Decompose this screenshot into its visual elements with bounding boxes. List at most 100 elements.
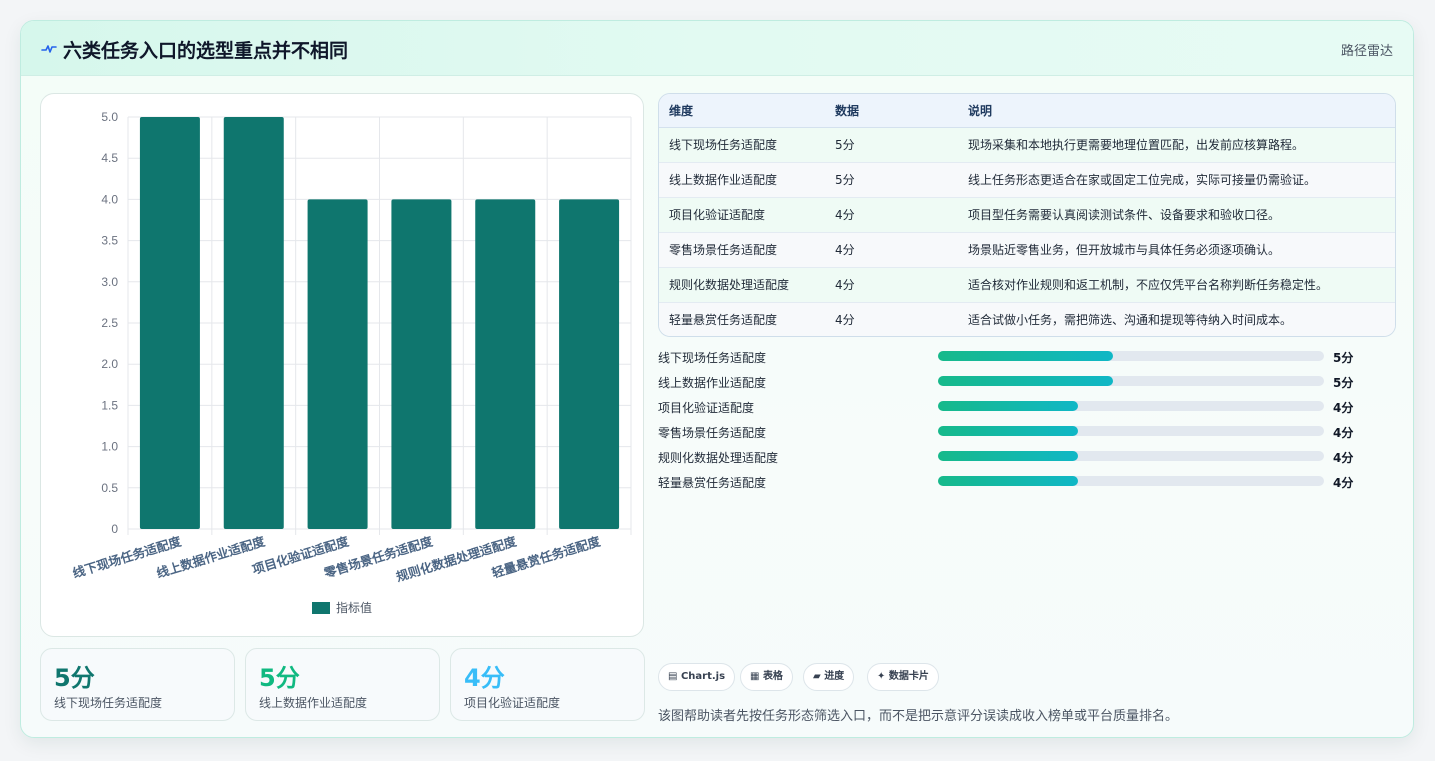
y-tick-label: 5.0 [101, 110, 118, 124]
progress-value: 5分 [1333, 376, 1354, 390]
y-tick-label: 1.5 [101, 398, 118, 412]
progress-row: 线上数据作业适配度 5分 [658, 373, 1358, 398]
table-header-note: 说明 [968, 94, 1395, 128]
stat-card-3: 4分 项目化验证适配度 [450, 648, 645, 721]
y-tick-label: 4.0 [101, 192, 118, 206]
chip-progress[interactable]: ▰ 进度 [803, 663, 855, 691]
table-cell: 4分 [835, 302, 968, 336]
stat-card-2: 5分 线上数据作业适配度 [245, 648, 440, 721]
progress-track [938, 351, 1324, 361]
bar [139, 117, 200, 529]
stat-label: 项目化验证适配度 [464, 696, 561, 710]
progress-row: 项目化验证适配度 4分 [658, 398, 1358, 423]
table-cell: 适合试做小任务，需把筛选、沟通和提现等待纳入时间成本。 [968, 302, 1395, 336]
table-row: 规则化数据处理适配度 4分 适合核对作业规则和返工机制，不应仅凭平台名称判断任务… [659, 267, 1395, 303]
chip-table[interactable]: ▦ 表格 [740, 663, 793, 691]
progress-row: 轻量悬赏任务适配度 4分 [658, 473, 1358, 498]
bar [223, 117, 284, 529]
progress-track [938, 476, 1324, 486]
table-cell: 5分 [835, 162, 968, 198]
stat-label: 线下现场任务适配度 [54, 696, 163, 710]
table-header-data: 数据 [835, 94, 968, 128]
table-row: 线下现场任务适配度 5分 现场采集和本地执行更需要地理位置匹配，出发前应核算路程… [659, 127, 1395, 163]
header-tag: 路径雷达 [1340, 44, 1393, 59]
progress-fill [938, 451, 1078, 461]
legend-swatch [312, 602, 330, 614]
y-tick-label: 2.0 [101, 357, 118, 371]
table-row: 项目化验证适配度 4分 项目型任务需要认真阅读测试条件、设备要求和验收口径。 [659, 197, 1395, 233]
y-tick-label: 2.5 [101, 316, 118, 330]
progress-track [938, 376, 1324, 386]
progress-label: 线下现场任务适配度 [658, 351, 767, 365]
y-tick-label: 3.5 [101, 234, 118, 248]
progress-fill [938, 426, 1078, 436]
progress-value: 4分 [1333, 401, 1354, 415]
legend-label: 指标值 [336, 600, 372, 615]
chip-label: 数据卡片 [888, 671, 929, 682]
bar-chart-panel: 0 0.5 1.0 1.5 2.0 2.5 3.0 3.5 4.0 4.5 5.0 线下现场任务适配度… [40, 93, 644, 637]
table-row: 零售场景任务适配度 4分 场景贴近零售业务，但开放城市与具体任务必须逐项确认。 [659, 232, 1395, 268]
progress-row: 零售场景任务适配度 4分 [658, 423, 1358, 448]
stat-label: 线上数据作业适配度 [259, 696, 368, 710]
table-cell: 规则化数据处理适配度 [659, 267, 835, 303]
bar [559, 199, 620, 529]
chart-icon: ▤ [668, 671, 678, 682]
chip-label: 表格 [762, 671, 783, 682]
table-row: 轻量悬赏任务适配度 4分 适合试做小任务，需把筛选、沟通和提现等待纳入时间成本。 [659, 302, 1395, 336]
progress-fill [938, 376, 1113, 386]
progress-label: 项目化验证适配度 [658, 401, 755, 415]
table-cell: 4分 [835, 267, 968, 303]
table-icon: ▦ [750, 671, 760, 682]
progress-track [938, 426, 1324, 436]
progress-label: 规则化数据处理适配度 [658, 451, 779, 465]
progress-label: 轻量悬赏任务适配度 [658, 476, 767, 490]
table-header-row: 维度 数据 说明 [659, 94, 1395, 128]
chip-chartjs[interactable]: ▤ Chart.js [658, 663, 736, 691]
table-cell: 零售场景任务适配度 [659, 232, 835, 268]
chip-label: Chart.js [680, 671, 726, 682]
main-card: 六类任务入口的选型重点并不相同 路径雷达 0 0.5 1.0 1.5 2.0 2.5 3.0… [20, 20, 1414, 738]
progress-value: 4分 [1333, 426, 1354, 440]
card-header: 六类任务入口的选型重点并不相同 路径雷达 [21, 21, 1413, 76]
bar [475, 199, 536, 529]
bar [391, 199, 452, 529]
footnote: 该图帮助读者先按任务形态筛选入口，而不是把示意评分误读成收入榜单或平台质量排名。 [658, 709, 1179, 724]
progress-track [938, 451, 1324, 461]
y-tick-label: 4.5 [101, 151, 118, 165]
progress-list: 线下现场任务适配度 5分 线上数据作业适配度 5分 项目化验证适配度 4分 零售场景任务适配… [658, 348, 1358, 498]
stat-value: 5分 [259, 664, 300, 692]
y-tick-label: 3.0 [101, 275, 118, 289]
table-cell: 线上数据作业适配度 [659, 162, 835, 198]
table-header-dimension: 维度 [659, 94, 835, 128]
y-tick-label: 0 [111, 522, 118, 536]
stat-card-1: 5分 线下现场任务适配度 [40, 648, 235, 721]
data-table-wrap: 维度 数据 说明 线下现场任务适配度 5分 现场采集和本地执行更需要地理位置匹配… [658, 93, 1396, 337]
table-cell: 适合核对作业规则和返工机制，不应仅凭平台名称判断任务稳定性。 [968, 267, 1395, 303]
table-cell: 项目型任务需要认真阅读测试条件、设备要求和验收口径。 [968, 197, 1395, 233]
table-row: 线上数据作业适配度 5分 线上任务形态更适合在家或固定工位完成，实际可接量仍需验… [659, 162, 1395, 198]
table-cell: 场景贴近零售业务，但开放城市与具体任务必须逐项确认。 [968, 232, 1395, 268]
progress-value: 5分 [1333, 351, 1354, 365]
progress-row: 线下现场任务适配度 5分 [658, 348, 1358, 373]
chip-data-card[interactable]: ✦ 数据卡片 [867, 663, 939, 691]
table-cell: 4分 [835, 232, 968, 268]
bar-chart: 00.51.01.52.02.53.03.54.04.55.0线下现场任务适配度… [71, 110, 632, 615]
progress-label: 线上数据作业适配度 [658, 376, 767, 390]
progress-value: 4分 [1333, 476, 1354, 490]
progress-value: 4分 [1333, 451, 1354, 465]
progress-track [938, 401, 1324, 411]
table-cell: 4分 [835, 197, 968, 233]
y-tick-label: 1.0 [101, 440, 118, 454]
progress-icon: ▰ [813, 671, 821, 682]
table-cell: 轻量悬赏任务适配度 [659, 302, 835, 336]
data-table: 维度 数据 说明 线下现场任务适配度 5分 现场采集和本地执行更需要地理位置匹配… [659, 94, 1395, 336]
bar [307, 199, 368, 529]
table-cell: 现场采集和本地执行更需要地理位置匹配，出发前应核算路程。 [968, 127, 1395, 163]
stat-value: 4分 [464, 664, 505, 692]
sparkle-icon: ✦ [877, 671, 886, 682]
table-cell: 线上任务形态更适合在家或固定工位完成，实际可接量仍需验证。 [968, 162, 1395, 198]
table-cell: 项目化验证适配度 [659, 197, 835, 233]
progress-fill [938, 351, 1113, 361]
table-cell: 5分 [835, 127, 968, 163]
progress-fill [938, 476, 1078, 486]
